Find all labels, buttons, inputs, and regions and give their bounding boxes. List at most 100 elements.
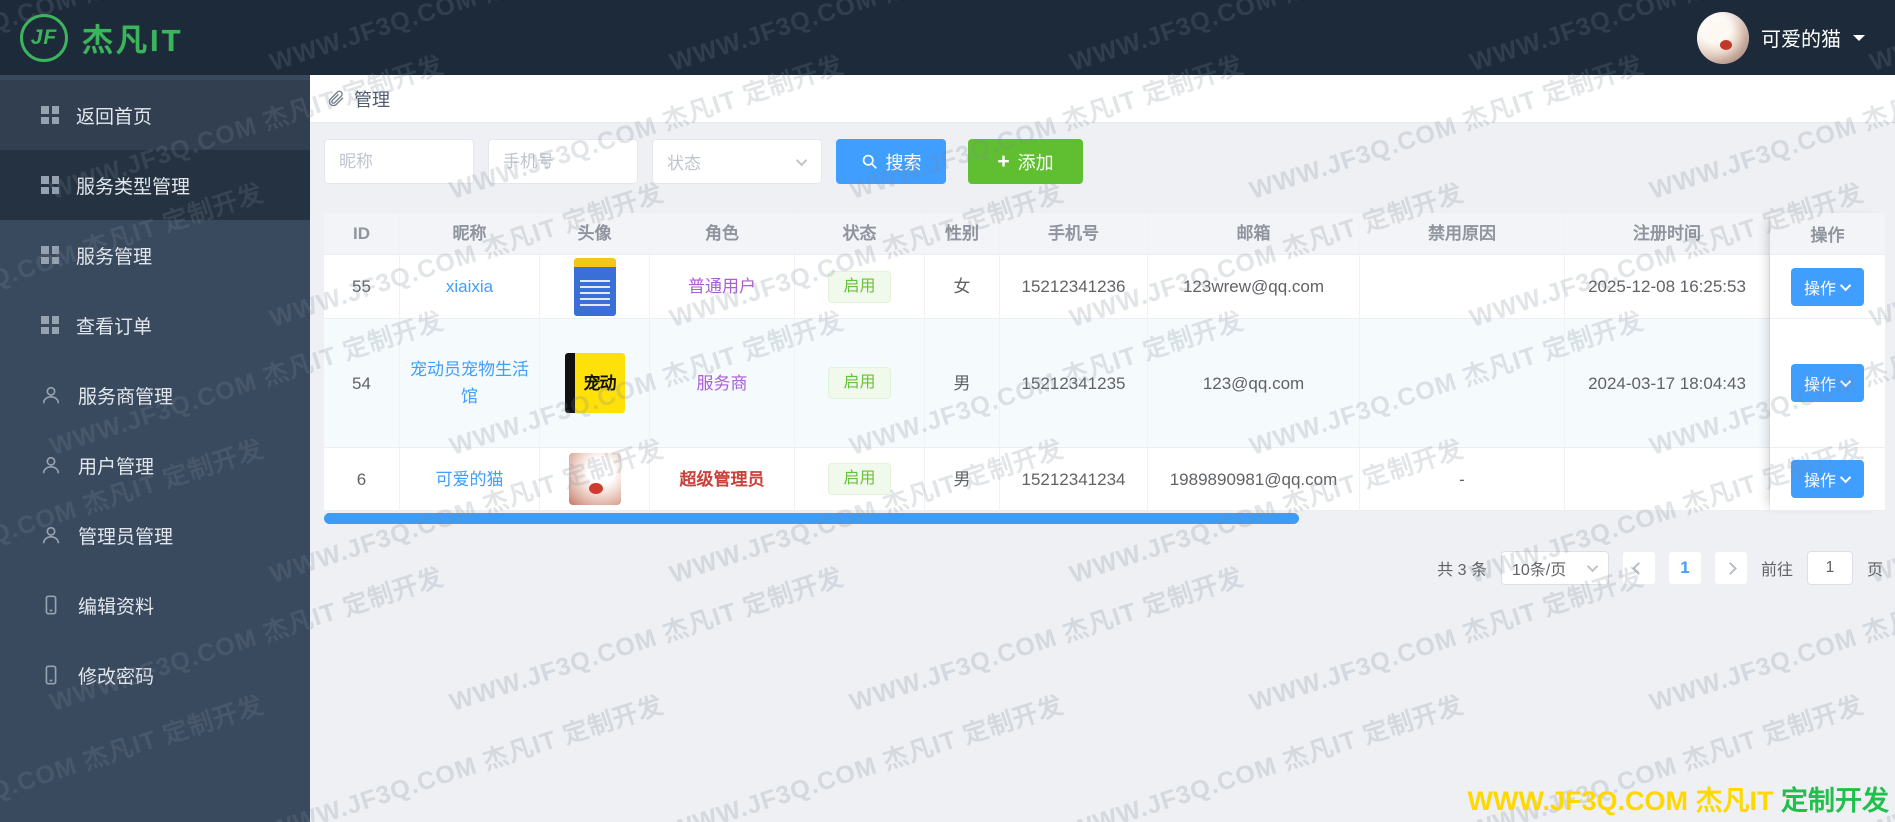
device-icon	[45, 665, 57, 685]
row-action-button[interactable]: 操作	[1790, 364, 1864, 402]
cell-gender: 男	[925, 319, 1000, 448]
cell-phone: 15212341235	[1000, 319, 1148, 448]
column-header-nickname[interactable]: 昵称	[400, 213, 540, 255]
user-icon	[42, 526, 60, 544]
user-icon	[42, 386, 60, 404]
sidebar-item-service-type[interactable]: 服务类型管理	[0, 150, 310, 220]
nickname-link[interactable]: 可爱的猫	[436, 466, 504, 493]
column-header-status[interactable]: 状态	[795, 213, 925, 255]
horizontal-scrollbar[interactable]	[324, 513, 1299, 524]
sidebar-item-orders[interactable]: 查看订单	[0, 290, 310, 360]
cell-role: 服务商	[650, 319, 795, 448]
chevron-down-icon	[795, 154, 808, 166]
column-header-role[interactable]: 角色	[650, 213, 795, 255]
column-header-gender[interactable]: 性别	[925, 213, 1000, 255]
column-header-id[interactable]: ID	[324, 213, 400, 255]
column-header-register-time[interactable]: 注册时间	[1565, 213, 1770, 255]
cell-id: 55	[324, 255, 400, 319]
avatar-image[interactable]: 宠动	[564, 353, 625, 413]
cell-register-time: 2025-12-08 16:25:53	[1565, 255, 1770, 319]
page-title: 管理	[354, 89, 390, 110]
cell-phone: 15212341236	[1000, 255, 1148, 319]
grid-icon	[41, 316, 59, 334]
sidebar-item-label: 管理员管理	[78, 526, 174, 548]
cell-role: 普通用户	[650, 255, 795, 319]
sidebar-item-service[interactable]: 服务管理	[0, 220, 310, 290]
sidebar-item-label: 服务商管理	[78, 386, 174, 408]
row-action-button[interactable]: 操作	[1790, 267, 1864, 306]
footer-brand: WWW.JF3Q.COM 杰凡IT 定制开发	[1468, 779, 1890, 818]
row-action-label: 操作	[1803, 473, 1836, 490]
sidebar-item-label: 服务类型管理	[76, 176, 191, 198]
column-header-avatar[interactable]: 头像	[540, 213, 650, 255]
chevron-down-icon	[1839, 279, 1852, 291]
status-select-placeholder: 状态	[667, 154, 701, 173]
goto-page-input[interactable]	[1806, 551, 1853, 585]
sidebar-item-label: 编辑资料	[78, 596, 155, 618]
sidebar-item-label: 返回首页	[76, 106, 153, 128]
sidebar-item-change-password[interactable]: 修改密码	[0, 640, 310, 710]
logo-icon: JF	[20, 13, 68, 62]
search-button-label: 搜索	[885, 152, 922, 173]
logo-text: 杰凡IT	[82, 23, 184, 58]
page-size-value: 10条/页	[1511, 562, 1567, 579]
prev-page-button[interactable]	[1622, 552, 1655, 584]
sidebar-item-label: 查看订单	[76, 316, 153, 338]
page-size-select[interactable]: 10条/页	[1500, 551, 1609, 585]
grid-icon	[41, 106, 59, 124]
cell-id: 54	[324, 319, 400, 448]
chevron-down-icon	[1586, 560, 1599, 573]
watermark-text: WWW.JF3Q.COM 杰凡IT 定制开发	[666, 690, 1068, 822]
status-badge: 启用	[828, 367, 891, 399]
pagination-total: 共 3 条	[1437, 562, 1487, 579]
status-select[interactable]: 状态	[652, 139, 822, 184]
cell-register-time: 2024-03-17 18:04:43	[1565, 319, 1770, 448]
row-action-label: 操作	[1803, 280, 1836, 298]
column-header-phone[interactable]: 手机号	[1000, 213, 1148, 255]
current-page[interactable]: 1	[1668, 552, 1701, 584]
status-badge: 启用	[828, 270, 891, 303]
filter-bar: 状态 搜索 + 添加	[324, 139, 1083, 184]
cell-gender: 男	[925, 448, 1000, 511]
column-header-action[interactable]: 操作	[1770, 213, 1885, 255]
row-action-label: 操作	[1803, 377, 1836, 394]
brand-logo[interactable]: JF 杰凡IT	[20, 13, 184, 62]
grid-icon	[41, 176, 59, 194]
user-avatar	[1697, 11, 1749, 64]
column-header-disable-reason[interactable]: 禁用原因	[1360, 213, 1565, 255]
sidebar-item-providers[interactable]: 服务商管理	[0, 360, 310, 430]
grid-icon	[41, 246, 59, 264]
sidebar: 返回首页 服务类型管理 服务管理 查看订单 服务商管理 用户管理 管理员管理 编…	[0, 75, 310, 822]
cell-register-time	[1565, 448, 1770, 511]
chevron-down-icon	[1853, 34, 1865, 47]
cell-gender: 女	[925, 255, 1000, 319]
cell-email: 1989890981@qq.com	[1148, 448, 1360, 511]
sidebar-item-admins[interactable]: 管理员管理	[0, 500, 310, 570]
cell-id: 6	[324, 448, 400, 511]
sidebar-item-users[interactable]: 用户管理	[0, 430, 310, 500]
nickname-link[interactable]: 宠动员宠物生活馆	[408, 356, 532, 410]
table-row: 55 xiaixia 普通用户 启用 女 15212341236 123wrew…	[324, 255, 1770, 319]
avatar-image[interactable]	[573, 257, 616, 316]
add-button[interactable]: + 添加	[968, 139, 1083, 184]
cell-email: 123@qq.com	[1148, 319, 1360, 448]
cell-email: 123wrew@qq.com	[1148, 255, 1360, 319]
watermark-text: WWW.JF3Q.COM 杰凡IT 定制开发	[446, 562, 848, 717]
column-header-email[interactable]: 邮箱	[1148, 213, 1360, 255]
sidebar-item-edit-profile[interactable]: 编辑资料	[0, 570, 310, 640]
search-button[interactable]: 搜索	[836, 139, 946, 184]
nickname-input[interactable]	[324, 139, 474, 184]
user-menu[interactable]: 可爱的猫	[1697, 11, 1865, 64]
next-page-button[interactable]	[1714, 552, 1747, 584]
sidebar-item-home[interactable]: 返回首页	[0, 80, 310, 150]
table-row: 54 宠动员宠物生活馆 宠动 服务商 启用 男 15212341235 123@…	[324, 319, 1770, 448]
phone-input[interactable]	[488, 139, 638, 184]
username: 可爱的猫	[1761, 29, 1841, 51]
search-icon	[862, 154, 877, 169]
nickname-link[interactable]: xiaixia	[446, 273, 493, 300]
chevron-down-icon	[1839, 471, 1852, 484]
fixed-action-column: 操作 操作 操作 操作	[1770, 213, 1885, 511]
footer-brand-text: WWW.JF3Q.COM 杰凡IT	[1467, 786, 1774, 816]
row-action-button[interactable]: 操作	[1790, 460, 1864, 498]
avatar-image[interactable]	[568, 453, 621, 505]
